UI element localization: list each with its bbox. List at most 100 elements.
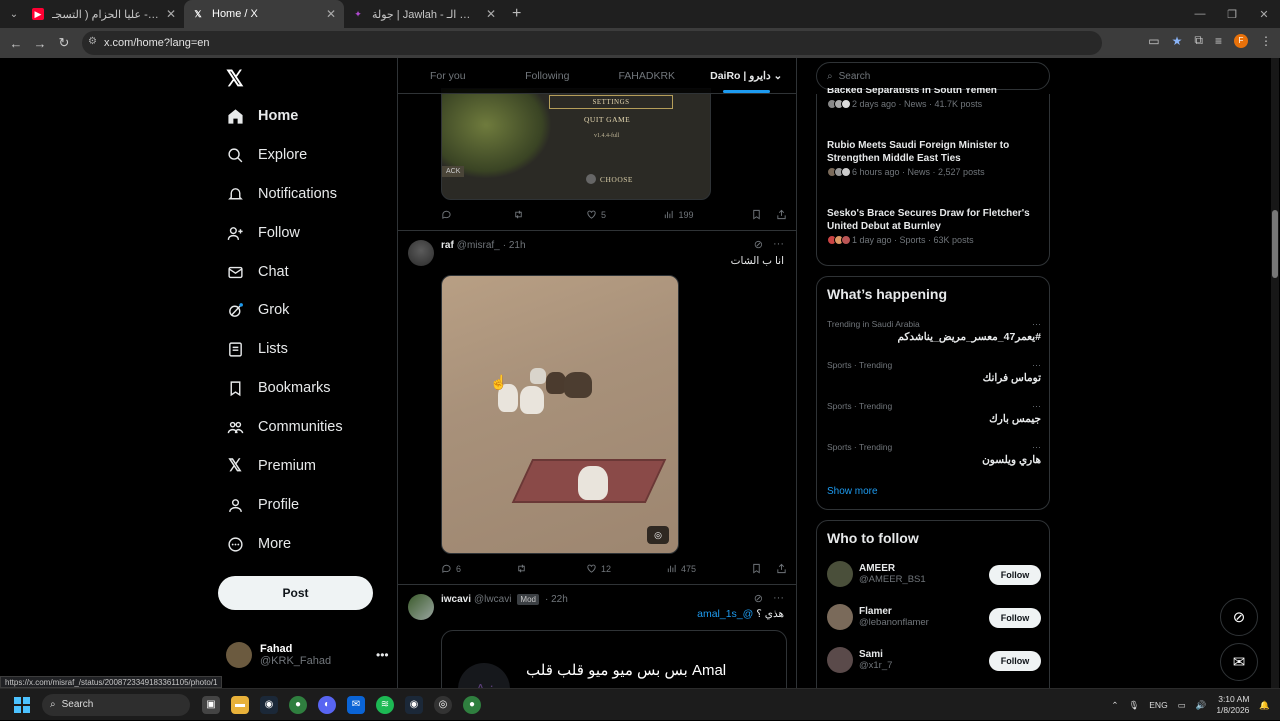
bookmark-button[interactable] (751, 563, 787, 574)
language-indicator[interactable]: ENG (1149, 700, 1167, 710)
show-more-link[interactable]: Show more (827, 486, 878, 497)
news-item[interactable]: Backed Separatists in South Yemen 2 days… (827, 88, 1041, 114)
follow-suggestion[interactable]: Sami @x1r_7 Follow (827, 647, 1041, 673)
author-handle[interactable]: @lwcavi (474, 594, 511, 605)
views-button[interactable]: 475 (666, 563, 696, 574)
new-tab-icon[interactable]: + (512, 5, 521, 23)
author-handle[interactable]: @misraf_ (457, 240, 500, 251)
tab-for-you[interactable]: For you (398, 58, 498, 93)
maximize-icon[interactable]: ❐ (1216, 0, 1248, 28)
chevron-up-icon[interactable]: ⌃ (1111, 700, 1118, 711)
tab-following[interactable]: Following (498, 58, 598, 93)
more-dots-icon[interactable]: ··· (1032, 442, 1041, 452)
nav-chat[interactable]: Chat (226, 257, 289, 287)
microphone-icon[interactable]: 🎙 (1128, 700, 1139, 711)
follow-suggestion[interactable]: Flamer @lebanonflamer Follow (827, 604, 1041, 630)
extensions-icon[interactable]: ⧉ (1194, 33, 1203, 48)
browser-tab-active[interactable]: 𝕏 Home / X ✕ (184, 0, 344, 28)
site-info-icon[interactable]: ⚙ (88, 36, 97, 47)
nav-premium[interactable]: 𝕏 Premium (226, 451, 316, 481)
nav-bookmarks[interactable]: Bookmarks (226, 373, 331, 403)
follow-button[interactable]: Follow (989, 651, 1041, 671)
nav-profile[interactable]: Profile (226, 490, 299, 520)
more-dots-icon[interactable]: ··· (1032, 360, 1041, 370)
x-logo-icon[interactable]: 𝕏 (226, 66, 244, 92)
notification-bell-icon[interactable]: 🔔 (1259, 700, 1270, 711)
post-photo[interactable]: ◎ (441, 275, 679, 554)
messages-fab-button[interactable]: ✉ (1220, 643, 1258, 681)
grok-icon[interactable]: ⊘ (754, 238, 763, 251)
nav-lists[interactable]: Lists (226, 334, 288, 364)
outlook-icon[interactable]: ✉ (347, 695, 365, 714)
volume-icon[interactable]: 🔊 (1196, 700, 1207, 711)
star-icon[interactable]: ★ (1172, 34, 1183, 48)
browser-tab[interactable]: ▶ ماجد العازمي - عليا الحزام ( التسجـ ✕ (24, 0, 184, 28)
views-button[interactable]: 199 (663, 209, 694, 220)
reply-button[interactable] (441, 209, 456, 220)
nav-home[interactable]: Home (226, 101, 298, 131)
news-item[interactable]: Sesko's Brace Secures Draw for Fletcher'… (827, 207, 1041, 245)
grok-fab-button[interactable]: ⊘ (1220, 598, 1258, 636)
grok-icon[interactable]: ⊘ (754, 592, 763, 605)
like-button[interactable]: 5 (586, 209, 606, 220)
discord-icon[interactable]: ◐ (318, 695, 336, 714)
url-field[interactable]: ⚙ x.com/home?lang=en (82, 31, 1102, 55)
post-media-image[interactable]: SETTINGS QUIT GAME v1.4.4-full ACK CHOOS… (441, 88, 711, 200)
more-dots-icon[interactable]: ··· (1032, 319, 1041, 329)
steam-icon[interactable]: ◉ (405, 695, 423, 714)
scrollbar[interactable] (1271, 58, 1279, 688)
trend-item[interactable]: Sports · Trending هاري ويلسون ··· (827, 442, 1041, 466)
steam-icon[interactable]: ◉ (260, 695, 278, 714)
like-button[interactable]: 12 (586, 563, 611, 574)
nav-explore[interactable]: Explore (226, 140, 307, 170)
trend-item[interactable]: Trending in Saudi Arabia #يعمر47_معسر_مر… (827, 319, 1041, 343)
post-button[interactable]: Post (218, 576, 373, 610)
avatar[interactable] (408, 240, 434, 266)
trend-item[interactable]: Sports · Trending جيمس بارك ··· (827, 401, 1041, 425)
spotify-icon[interactable]: ≋ (376, 695, 394, 714)
app-icon[interactable]: ◎ (434, 695, 452, 714)
close-icon[interactable]: ✕ (166, 7, 176, 21)
nav-notifications[interactable]: Notifications (226, 179, 337, 209)
nav-more[interactable]: More (226, 529, 291, 559)
author-name[interactable]: iwcavi (441, 594, 471, 605)
follow-button[interactable]: Follow (989, 565, 1041, 585)
browser-tab[interactable]: ✦ جولة | Jawlah - منصة الألعاب الـ ✕ (344, 0, 504, 28)
nav-grok[interactable]: Grok (226, 295, 289, 325)
media-icon[interactable]: ≡ (1215, 34, 1222, 48)
follow-button[interactable]: Follow (989, 608, 1041, 628)
tab-fahadkrk[interactable]: FAHADKRK (597, 58, 697, 93)
post-time[interactable]: · 21h (503, 240, 526, 251)
task-view-icon[interactable]: ▣ (202, 695, 220, 714)
grok-image-icon[interactable]: ◎ (647, 526, 669, 544)
network-icon[interactable]: ▭ (1178, 700, 1186, 711)
nav-follow[interactable]: Follow (226, 218, 300, 248)
avatar[interactable] (408, 594, 434, 620)
minimize-icon[interactable]: — (1184, 0, 1216, 28)
more-dots-icon[interactable]: ··· (773, 592, 784, 605)
repost-button[interactable] (516, 563, 531, 574)
quoted-post[interactable]: A𝒿 بس بس ميو ميو قلب قلب Amal (441, 630, 787, 688)
tab-search-icon[interactable]: ⌄ (4, 4, 24, 24)
tab-dairo[interactable]: DaiRo | دايرو ⌄ (697, 58, 797, 93)
windows-start-icon[interactable] (14, 696, 30, 713)
forward-icon[interactable]: → (28, 36, 52, 51)
mention-link[interactable]: @_amal_1s (697, 608, 753, 620)
follow-suggestion[interactable]: AMEER @AMEER_BS1 Follow (827, 561, 1041, 587)
chrome-icon[interactable]: ● (463, 695, 481, 714)
nav-communities[interactable]: Communities (226, 412, 343, 442)
menu-icon[interactable]: ⋮ (1260, 34, 1272, 48)
author-name[interactable]: raf (441, 240, 454, 251)
reply-button[interactable]: 6 (441, 563, 461, 574)
taskbar-search[interactable]: ⌕ Search (42, 693, 190, 716)
search-input[interactable]: ⌕ Search (816, 62, 1050, 90)
news-item[interactable]: Rubio Meets Saudi Foreign Minister to St… (827, 139, 1041, 177)
scrollbar-thumb[interactable] (1272, 210, 1278, 278)
more-dots-icon[interactable]: ••• (376, 648, 389, 662)
clock[interactable]: 3:10 AM 1/8/2026 (1216, 694, 1249, 716)
back-icon[interactable]: ← (4, 36, 28, 51)
more-dots-icon[interactable]: ··· (773, 238, 784, 251)
chrome-icon[interactable]: ● (289, 695, 307, 714)
cast-icon[interactable]: ▭ (1148, 34, 1159, 48)
close-icon[interactable]: ✕ (326, 7, 336, 21)
